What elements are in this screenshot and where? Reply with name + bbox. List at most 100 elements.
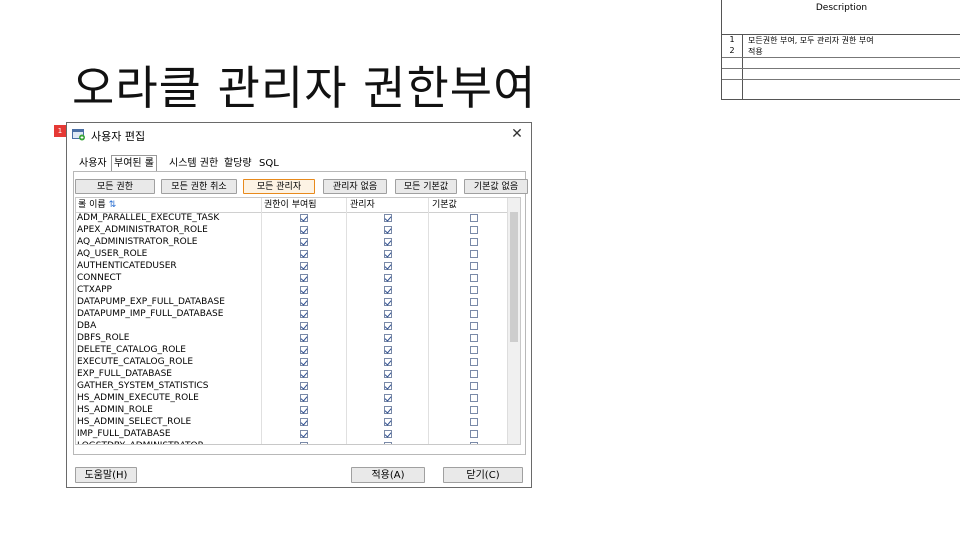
default-checkbox[interactable] — [470, 358, 478, 366]
default-checkbox[interactable] — [470, 226, 478, 234]
table-row[interactable]: GATHER_SYSTEM_STATISTICS — [76, 380, 508, 392]
admin-checkbox[interactable] — [384, 370, 392, 378]
granted-checkbox[interactable] — [300, 418, 308, 426]
default-checkbox[interactable] — [470, 310, 478, 318]
granted-checkbox[interactable] — [300, 298, 308, 306]
admin-checkbox[interactable] — [384, 214, 392, 222]
granted-checkbox[interactable] — [300, 310, 308, 318]
table-row[interactable]: HS_ADMIN_SELECT_ROLE — [76, 416, 508, 428]
table-row[interactable]: DBA — [76, 320, 508, 332]
admin-checkbox[interactable] — [384, 358, 392, 366]
help-button[interactable]: 도움말(H) — [75, 467, 137, 483]
table-row[interactable]: LOGSTDBY_ADMINISTRATOR — [76, 440, 508, 444]
default-checkbox[interactable] — [470, 274, 478, 282]
default-checkbox[interactable] — [470, 370, 478, 378]
table-row[interactable]: EXECUTE_CATALOG_ROLE — [76, 356, 508, 368]
column-header-admin[interactable]: 관리자 — [350, 199, 375, 211]
granted-checkbox[interactable] — [300, 322, 308, 330]
all-admin-button[interactable]: 모든 관리자 — [243, 179, 315, 194]
default-checkbox[interactable] — [470, 430, 478, 438]
table-row[interactable]: CONNECT — [76, 272, 508, 284]
all-default-button[interactable]: 모든 기본값 — [395, 179, 457, 194]
table-row[interactable]: DBFS_ROLE — [76, 332, 508, 344]
column-header-role-name[interactable]: 롤 이름 ⇅ — [78, 199, 116, 211]
granted-checkbox[interactable] — [300, 382, 308, 390]
admin-checkbox[interactable] — [384, 310, 392, 318]
default-checkbox[interactable] — [470, 214, 478, 222]
table-row[interactable]: DATAPUMP_IMP_FULL_DATABASE — [76, 308, 508, 320]
granted-checkbox[interactable] — [300, 238, 308, 246]
tab-quotas[interactable]: 할당량 — [222, 156, 254, 171]
admin-checkbox[interactable] — [384, 286, 392, 294]
admin-checkbox[interactable] — [384, 334, 392, 342]
tab-sql[interactable]: SQL — [257, 156, 281, 171]
tab-granted-roles[interactable]: 부여된 롤 — [111, 155, 157, 171]
table-row[interactable]: AUTHENTICATEDUSER — [76, 260, 508, 272]
granted-checkbox[interactable] — [300, 442, 308, 444]
admin-checkbox[interactable] — [384, 394, 392, 402]
admin-checkbox[interactable] — [384, 442, 392, 444]
table-row[interactable]: EXP_FULL_DATABASE — [76, 368, 508, 380]
table-row[interactable]: DELETE_CATALOG_ROLE — [76, 344, 508, 356]
scrollbar-thumb[interactable] — [510, 212, 518, 342]
table-row[interactable]: APEX_ADMINISTRATOR_ROLE — [76, 224, 508, 236]
default-checkbox[interactable] — [470, 382, 478, 390]
default-checkbox[interactable] — [470, 250, 478, 258]
granted-checkbox[interactable] — [300, 430, 308, 438]
default-checkbox[interactable] — [470, 322, 478, 330]
default-checkbox[interactable] — [470, 442, 478, 444]
table-row[interactable]: HS_ADMIN_EXECUTE_ROLE — [76, 392, 508, 404]
admin-checkbox[interactable] — [384, 406, 392, 414]
default-checkbox[interactable] — [470, 238, 478, 246]
granted-checkbox[interactable] — [300, 334, 308, 342]
default-checkbox[interactable] — [470, 418, 478, 426]
default-checkbox[interactable] — [470, 346, 478, 354]
table-row[interactable]: IMP_FULL_DATABASE — [76, 428, 508, 440]
default-checkbox[interactable] — [470, 406, 478, 414]
revoke-all-button[interactable]: 모든 권한 취소 — [161, 179, 237, 194]
granted-checkbox[interactable] — [300, 370, 308, 378]
table-row[interactable]: AQ_USER_ROLE — [76, 248, 508, 260]
granted-checkbox[interactable] — [300, 406, 308, 414]
admin-checkbox[interactable] — [384, 298, 392, 306]
granted-checkbox[interactable] — [300, 274, 308, 282]
close-button[interactable]: ✕ — [509, 126, 525, 142]
vertical-scrollbar[interactable] — [507, 198, 520, 444]
default-checkbox[interactable] — [470, 286, 478, 294]
granted-checkbox[interactable] — [300, 346, 308, 354]
column-header-default[interactable]: 기본값 — [432, 199, 457, 211]
no-default-button[interactable]: 기본값 없음 — [464, 179, 528, 194]
table-row[interactable]: ADM_PARALLEL_EXECUTE_TASK — [76, 212, 508, 224]
default-checkbox[interactable] — [470, 262, 478, 270]
default-checkbox[interactable] — [470, 298, 478, 306]
tab-user[interactable]: 사용자 — [77, 156, 109, 171]
default-checkbox[interactable] — [470, 334, 478, 342]
table-row[interactable]: CTXAPP — [76, 284, 508, 296]
admin-checkbox[interactable] — [384, 274, 392, 282]
admin-checkbox[interactable] — [384, 238, 392, 246]
admin-checkbox[interactable] — [384, 226, 392, 234]
grant-all-button[interactable]: 모든 권한 — [75, 179, 155, 194]
admin-checkbox[interactable] — [384, 418, 392, 426]
table-row[interactable]: HS_ADMIN_ROLE — [76, 404, 508, 416]
table-row[interactable]: DATAPUMP_EXP_FULL_DATABASE — [76, 296, 508, 308]
granted-checkbox[interactable] — [300, 262, 308, 270]
granted-checkbox[interactable] — [300, 358, 308, 366]
close-dialog-button[interactable]: 닫기(C) — [443, 467, 523, 483]
granted-checkbox[interactable] — [300, 250, 308, 258]
admin-checkbox[interactable] — [384, 262, 392, 270]
column-header-granted[interactable]: 권한이 부여됨 — [264, 199, 317, 211]
admin-checkbox[interactable] — [384, 382, 392, 390]
admin-checkbox[interactable] — [384, 346, 392, 354]
table-row[interactable]: AQ_ADMINISTRATOR_ROLE — [76, 236, 508, 248]
admin-checkbox[interactable] — [384, 430, 392, 438]
admin-checkbox[interactable] — [384, 250, 392, 258]
admin-checkbox[interactable] — [384, 322, 392, 330]
granted-checkbox[interactable] — [300, 394, 308, 402]
apply-button[interactable]: 적용(A) — [351, 467, 425, 483]
granted-checkbox[interactable] — [300, 226, 308, 234]
default-checkbox[interactable] — [470, 394, 478, 402]
no-admin-button[interactable]: 관리자 없음 — [323, 179, 387, 194]
granted-checkbox[interactable] — [300, 286, 308, 294]
granted-checkbox[interactable] — [300, 214, 308, 222]
